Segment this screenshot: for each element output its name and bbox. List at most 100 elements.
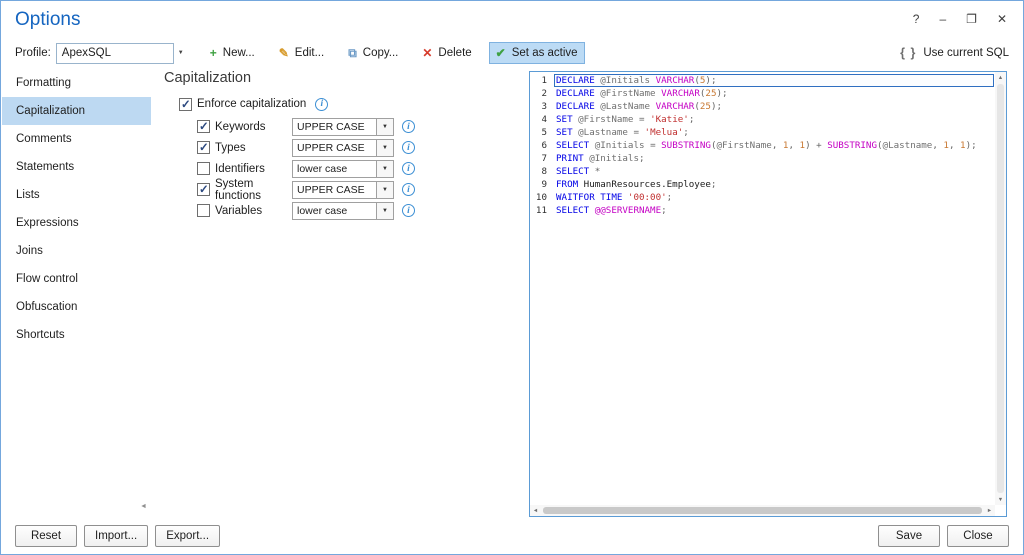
dropdown-arrow-icon[interactable]: ▼ (377, 138, 394, 157)
line-number: 6 (541, 140, 547, 151)
sidebar-item-lists[interactable]: Lists (2, 181, 151, 209)
sidebar-item-obfuscation[interactable]: Obfuscation (2, 293, 151, 321)
minimize-icon[interactable]: – (939, 12, 946, 26)
sql-line-10: 10 WAITFOR TIME '00:00'; (531, 191, 994, 204)
close-icon[interactable]: ✕ (997, 12, 1007, 26)
import-button[interactable]: Import... (84, 525, 149, 547)
plus-icon: + (209, 46, 217, 60)
dropdown-arrow-icon[interactable]: ▼ (377, 159, 394, 178)
scroll-down-icon[interactable]: ▼ (995, 494, 1006, 505)
sidebar-item-joins[interactable]: Joins (2, 237, 151, 265)
export-button[interactable]: Export... (155, 525, 221, 547)
line-number: 4 (541, 114, 547, 125)
dropdown-arrow-icon[interactable]: ▼ (377, 180, 394, 199)
sidebar-item-capitalization[interactable]: Capitalization (2, 97, 151, 125)
line-number: 1 (541, 75, 547, 86)
maximize-icon[interactable]: ❐ (966, 12, 977, 26)
horizontal-scrollbar[interactable]: ◄ ► (530, 505, 995, 516)
set-as-active-button[interactable]: ✔ Set as active (488, 42, 585, 64)
new-label: New... (222, 47, 255, 59)
capitalization-panel: Capitalization Enforce capitalization i … (161, 69, 526, 221)
sidebar-item-expressions[interactable]: Expressions (2, 209, 151, 237)
new-button[interactable]: + New... (203, 42, 262, 64)
line-number: 5 (541, 127, 547, 138)
line-number: 9 (541, 179, 547, 190)
sidebar-item-formatting[interactable]: Formatting (2, 69, 151, 97)
variables-select[interactable]: lower case (292, 201, 377, 220)
dropdown-arrow-icon[interactable]: ▼ (377, 117, 394, 136)
variables-row: Variables lower case ▼ i (197, 200, 526, 221)
capitalization-options: KeywordsUPPER CASE▼iTypesUPPER CASE▼iIde… (161, 116, 526, 221)
window-title: Options (15, 9, 81, 30)
sql-line-4: 4 SET @FirstName = 'Katie'; (531, 113, 994, 126)
info-icon[interactable]: i (402, 120, 415, 133)
sidebar-item-flow-control[interactable]: Flow control (2, 265, 151, 293)
scroll-right-icon[interactable]: ► (984, 505, 995, 516)
reset-button[interactable]: Reset (15, 525, 77, 547)
pencil-icon: ✎ (278, 46, 289, 60)
vertical-scrollbar[interactable]: ▲ ▼ (995, 72, 1006, 505)
vertical-scroll-thumb[interactable] (997, 84, 1004, 493)
sidebar: Formatting Capitalization Comments Statemen… (2, 69, 151, 349)
save-button[interactable]: Save (878, 525, 940, 547)
footer-right-buttons: Save Close (878, 525, 1009, 547)
profile-value: ApexSQL (61, 47, 112, 59)
profile-combobox[interactable]: ApexSQL (55, 42, 174, 64)
enforce-capitalization-checkbox[interactable] (179, 97, 192, 111)
delete-x-icon: ✕ (422, 46, 433, 60)
edit-label: Edit... (294, 47, 325, 59)
identifiers-select[interactable]: lower case (292, 159, 377, 178)
footer: Reset Import... Export... Save Close (1, 518, 1023, 554)
sidebar-item-shortcuts[interactable]: Shortcuts (2, 321, 151, 349)
braces-icon: { } (900, 46, 917, 60)
copy-button[interactable]: ⧉ Copy... (341, 42, 405, 64)
delete-button[interactable]: ✕ Delete (415, 42, 478, 64)
horizontal-scroll-thumb[interactable] (543, 507, 982, 514)
sql-line-7: 7 PRINT @Initials; (531, 152, 994, 165)
info-icon[interactable]: i (402, 141, 415, 154)
options-window: Options ? – ❐ ✕ Profile: ApexSQL ▼ + New.… (0, 0, 1024, 555)
sidebar-item-statements[interactable]: Statements (2, 153, 151, 181)
line-text: SELECT @@SERVERNAME; (556, 205, 667, 216)
types-select[interactable]: UPPER CASE (292, 138, 377, 157)
line-number: 2 (541, 88, 547, 99)
sql-preview-panel[interactable]: 1 DECLARE @Initials VARCHAR(5); 2 DECLARE @… (529, 71, 1007, 517)
edit-button[interactable]: ✎ Edit... (272, 42, 331, 64)
scroll-up-icon[interactable]: ▲ (995, 72, 1006, 83)
enforce-capitalization-label: Enforce capitalization (197, 98, 307, 110)
scroll-left-icon[interactable]: ◄ (530, 505, 541, 516)
variables-checkbox[interactable] (197, 204, 210, 217)
system-functions-checkbox[interactable] (197, 182, 210, 196)
dropdown-arrow-icon[interactable]: ▼ (377, 201, 394, 220)
sql-line-6: 6 SELECT @Initials = SUBSTRING(@FirstName… (531, 139, 994, 152)
profile-dropdown-arrow-icon[interactable]: ▼ (174, 50, 189, 56)
sql-line-1: 1 DECLARE @Initials VARCHAR(5); (531, 74, 994, 87)
delete-label: Delete (438, 47, 472, 59)
info-icon[interactable]: i (402, 204, 415, 217)
toolbar-buttons: + New... ✎ Edit... ⧉ Copy... ✕ Delete ✔ Set as ac… (203, 42, 585, 64)
keywords-select[interactable]: UPPER CASE (292, 117, 377, 136)
close-button[interactable]: Close (947, 525, 1009, 547)
line-text: SELECT @Initials = SUBSTRING(@FirstName,… (556, 140, 977, 151)
line-text: SET @Lastname = 'Melua'; (556, 127, 689, 138)
sql-line-3: 3 DECLARE @LastName VARCHAR(25); (531, 100, 994, 113)
identifiers-checkbox[interactable] (197, 162, 210, 175)
check-icon: ✔ (495, 46, 506, 60)
info-icon[interactable]: i (402, 183, 415, 196)
sidebar-item-comments[interactable]: Comments (2, 125, 151, 153)
line-text: PRINT @Initials; (556, 153, 645, 164)
line-number: 11 (535, 205, 547, 216)
sidebar-scroll-left-icon[interactable]: ◄ (140, 503, 147, 510)
line-text: SELECT * (556, 166, 601, 177)
system-functions-select[interactable]: UPPER CASE (292, 180, 377, 199)
types-label: Types (215, 141, 246, 154)
info-icon[interactable]: i (402, 162, 415, 175)
sql-line-9: 9 FROM HumanResources.Employee; (531, 178, 994, 191)
keywords-checkbox[interactable] (197, 119, 210, 133)
system-functions-row: System functions UPPER CASE▼ i (197, 178, 526, 202)
use-current-sql-label: Use current SQL (923, 47, 1009, 59)
types-checkbox[interactable] (197, 140, 210, 154)
use-current-sql-button[interactable]: { } Use current SQL (900, 46, 1009, 60)
info-icon[interactable]: i (315, 97, 329, 111)
help-icon[interactable]: ? (913, 12, 920, 26)
